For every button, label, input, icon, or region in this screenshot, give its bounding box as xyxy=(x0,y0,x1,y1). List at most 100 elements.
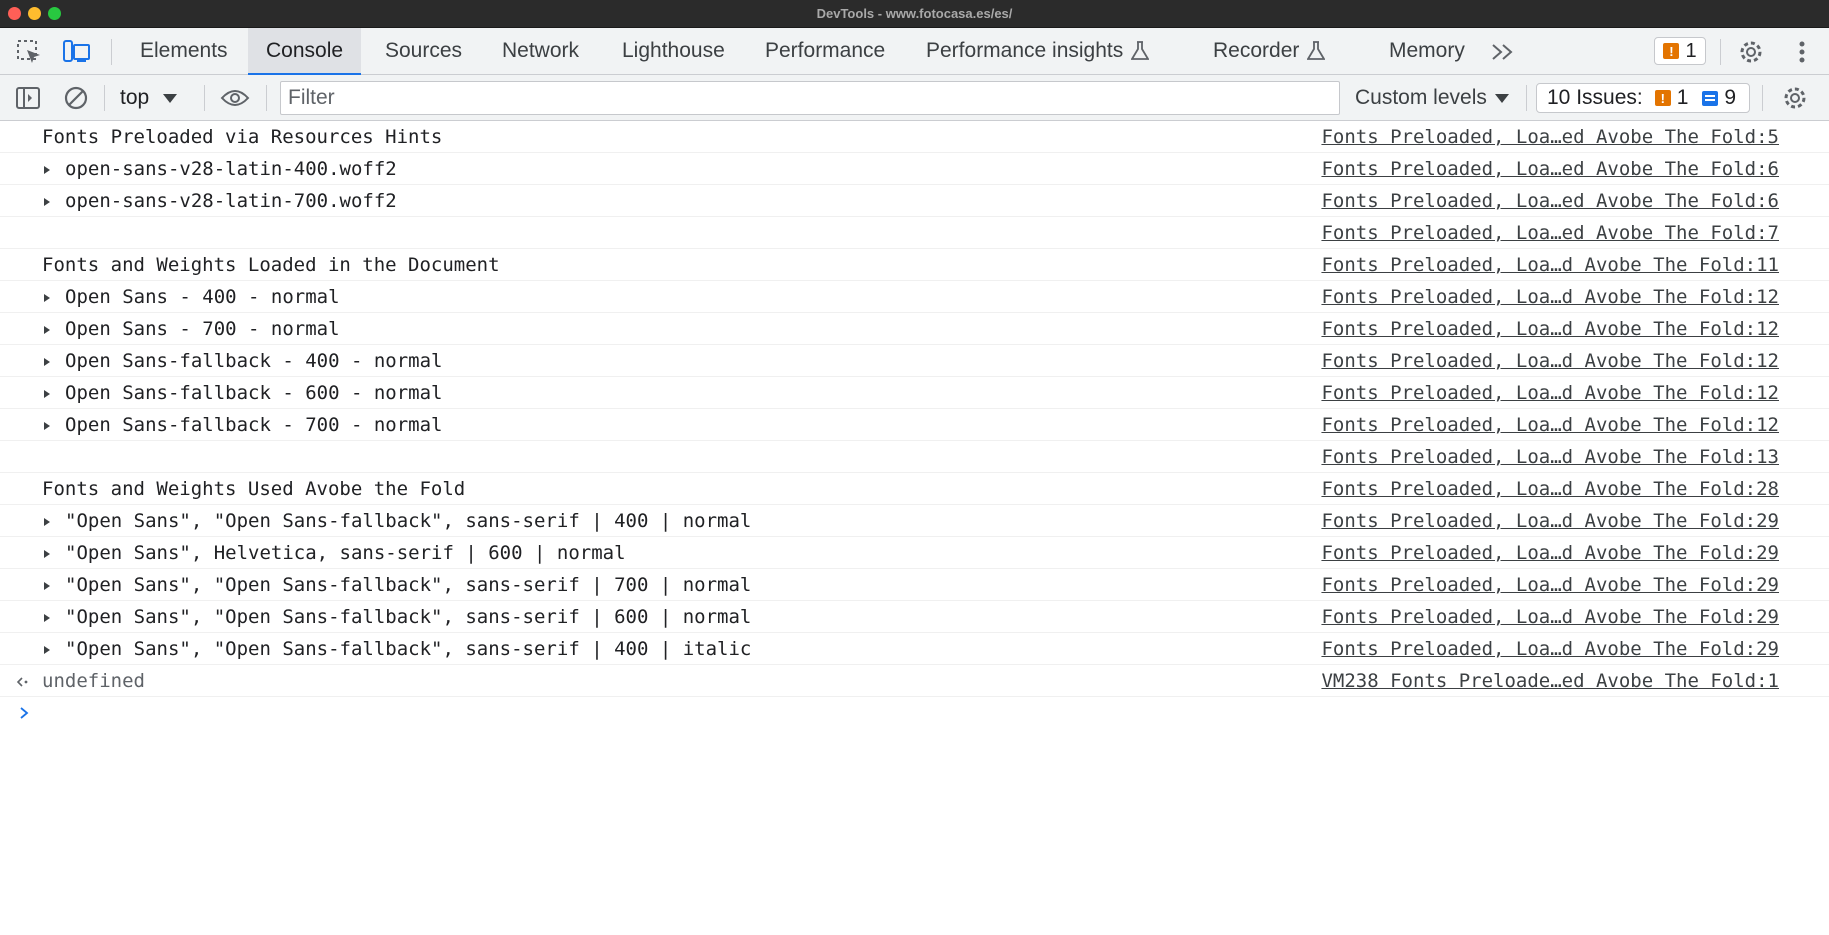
context-selector[interactable]: top xyxy=(120,83,178,113)
warning-count: 1 xyxy=(1685,39,1697,62)
tab-console[interactable]: Console xyxy=(248,28,362,75)
source-link[interactable]: VM238 Fonts Preloade…ed Avobe The Fold:1 xyxy=(1321,670,1779,692)
expand-arrow-icon[interactable] xyxy=(44,166,50,174)
dropdown-caret-icon xyxy=(163,93,178,103)
source-link[interactable]: Fonts Preloaded, Loa…ed Avobe The Fold:7 xyxy=(1321,222,1779,244)
expand-arrow-icon[interactable] xyxy=(44,550,50,558)
filter-input[interactable] xyxy=(280,81,1340,115)
console-message[interactable]: open-sans-v28-latin-400.woff2 Fonts Prel… xyxy=(0,153,1829,185)
tab-lighthouse[interactable]: Lighthouse xyxy=(604,28,743,74)
console-message: Fonts Preloaded, Loa…d Avobe The Fold:13 xyxy=(0,441,1829,473)
separator xyxy=(1762,85,1763,111)
message-text: Fonts and Weights Loaded in the Document xyxy=(42,254,500,276)
live-expression-eye-icon[interactable] xyxy=(220,83,250,113)
console-message: Fonts and Weights Used Avobe the Fold Fo… xyxy=(0,473,1829,505)
console-message[interactable]: "Open Sans", Helvetica, sans-serif | 600… xyxy=(0,537,1829,569)
source-link[interactable]: Fonts Preloaded, Loa…ed Avobe The Fold:6 xyxy=(1321,190,1779,212)
tab-recorder[interactable]: Recorder xyxy=(1195,28,1343,74)
tab-label: Performance xyxy=(765,39,886,62)
source-link[interactable]: Fonts Preloaded, Loa…d Avobe The Fold:11 xyxy=(1321,254,1779,276)
message-text: Fonts Preloaded via Resources Hints xyxy=(42,126,443,148)
source-link[interactable]: Fonts Preloaded, Loa…d Avobe The Fold:29 xyxy=(1321,574,1779,596)
source-link[interactable]: Fonts Preloaded, Loa…ed Avobe The Fold:6 xyxy=(1321,158,1779,180)
message-text: Open Sans-fallback - 600 - normal xyxy=(65,382,443,404)
console-settings-icon[interactable] xyxy=(1780,83,1810,113)
source-link[interactable]: Fonts Preloaded, Loa…d Avobe The Fold:28 xyxy=(1321,478,1779,500)
warnings-badge[interactable]: ! 1 xyxy=(1654,37,1706,65)
tab-label: Console xyxy=(266,39,344,62)
console-message[interactable]: open-sans-v28-latin-700.woff2 Fonts Prel… xyxy=(0,185,1829,217)
console-message[interactable]: "Open Sans", "Open Sans-fallback", sans-… xyxy=(0,633,1829,665)
issues-label: 10 Issues: xyxy=(1547,86,1643,109)
message-icon xyxy=(1702,90,1719,106)
console-message[interactable]: "Open Sans", "Open Sans-fallback", sans-… xyxy=(0,505,1829,537)
warning-icon: ! xyxy=(1654,90,1671,106)
tab-label: Lighthouse xyxy=(622,39,725,62)
source-link[interactable]: Fonts Preloaded, Loa…d Avobe The Fold:12 xyxy=(1321,350,1779,372)
separator xyxy=(204,85,205,111)
expand-arrow-icon[interactable] xyxy=(44,390,50,398)
issues-button[interactable]: 10 Issues: ! 1 9 xyxy=(1536,83,1750,113)
window-titlebar: DevTools - www.fotocasa.es/es/ xyxy=(0,0,1829,28)
source-link[interactable]: Fonts Preloaded, Loa…d Avobe The Fold:29 xyxy=(1321,542,1779,564)
source-link[interactable]: Fonts Preloaded, Loa…d Avobe The Fold:12 xyxy=(1321,382,1779,404)
separator xyxy=(1526,85,1527,111)
expand-arrow-icon[interactable] xyxy=(44,422,50,430)
tab-elements[interactable]: Elements xyxy=(122,28,246,74)
message-text: "Open Sans", "Open Sans-fallback", sans-… xyxy=(65,638,752,660)
source-link[interactable]: Fonts Preloaded, Loa…d Avobe The Fold:29 xyxy=(1321,510,1779,532)
separator xyxy=(104,85,105,111)
separator xyxy=(266,85,267,111)
expand-arrow-icon[interactable] xyxy=(44,198,50,206)
console-message[interactable]: Open Sans-fallback - 600 - normal Fonts … xyxy=(0,377,1829,409)
expand-arrow-icon[interactable] xyxy=(44,294,50,302)
window-title: DevTools - www.fotocasa.es/es/ xyxy=(816,6,1013,21)
tab-network[interactable]: Network xyxy=(484,28,597,74)
inspect-element-icon[interactable] xyxy=(14,37,44,67)
expand-arrow-icon[interactable] xyxy=(44,518,50,526)
flask-icon xyxy=(1131,41,1150,61)
message-text: Open Sans-fallback - 700 - normal xyxy=(65,414,443,436)
source-link[interactable]: Fonts Preloaded, Loa…d Avobe The Fold:29 xyxy=(1321,638,1779,660)
device-toolbar-icon[interactable] xyxy=(62,37,92,67)
console-prompt[interactable] xyxy=(0,697,1829,729)
tab-sources[interactable]: Sources xyxy=(367,28,480,74)
result-text: undefined xyxy=(42,670,145,692)
tab-label: Elements xyxy=(140,39,228,62)
source-link[interactable]: Fonts Preloaded, Loa…d Avobe The Fold:13 xyxy=(1321,446,1779,468)
message-text: "Open Sans", "Open Sans-fallback", sans-… xyxy=(65,510,752,532)
console-message[interactable]: "Open Sans", "Open Sans-fallback", sans-… xyxy=(0,601,1829,633)
tab-label: Recorder xyxy=(1213,39,1300,62)
tab-performance[interactable]: Performance xyxy=(747,28,903,74)
console-message: Fonts and Weights Loaded in the Document… xyxy=(0,249,1829,281)
dropdown-caret-icon xyxy=(1494,93,1509,103)
console-message[interactable]: Open Sans-fallback - 400 - normal Fonts … xyxy=(0,345,1829,377)
message-text: "Open Sans", "Open Sans-fallback", sans-… xyxy=(65,606,752,628)
tab-memory[interactable]: Memory xyxy=(1371,28,1483,74)
source-link[interactable]: Fonts Preloaded, Loa…d Avobe The Fold:12 xyxy=(1321,414,1779,436)
kebab-menu-icon[interactable] xyxy=(1787,37,1817,67)
console-message: Fonts Preloaded, Loa…ed Avobe The Fold:7 xyxy=(0,217,1829,249)
console-message[interactable]: Open Sans-fallback - 700 - normal Fonts … xyxy=(0,409,1829,441)
expand-arrow-icon[interactable] xyxy=(44,326,50,334)
more-tabs-icon[interactable] xyxy=(1488,37,1518,67)
tab-performance-insights[interactable]: Performance insights xyxy=(908,28,1167,74)
console-message[interactable]: "Open Sans", "Open Sans-fallback", sans-… xyxy=(0,569,1829,601)
expand-arrow-icon[interactable] xyxy=(44,358,50,366)
expand-arrow-icon[interactable] xyxy=(44,646,50,654)
log-levels-dropdown[interactable]: Custom levels xyxy=(1355,83,1509,113)
source-link[interactable]: Fonts Preloaded, Loa…ed Avobe The Fold:5 xyxy=(1321,126,1779,148)
console-message[interactable]: Open Sans - 700 - normal Fonts Preloaded… xyxy=(0,313,1829,345)
context-value: top xyxy=(120,86,150,109)
clear-console-icon[interactable] xyxy=(61,83,91,113)
sidebar-toggle-icon[interactable] xyxy=(13,83,43,113)
expand-arrow-icon[interactable] xyxy=(44,582,50,590)
source-link[interactable]: Fonts Preloaded, Loa…d Avobe The Fold:12 xyxy=(1321,286,1779,308)
source-link[interactable]: Fonts Preloaded, Loa…d Avobe The Fold:12 xyxy=(1321,318,1779,340)
log-levels-label: Custom levels xyxy=(1355,86,1487,109)
source-link[interactable]: Fonts Preloaded, Loa…d Avobe The Fold:29 xyxy=(1321,606,1779,628)
expand-arrow-icon[interactable] xyxy=(44,614,50,622)
console-result: undefined VM238 Fonts Preloade…ed Avobe … xyxy=(0,665,1829,697)
settings-icon[interactable] xyxy=(1736,37,1766,67)
console-message[interactable]: Open Sans - 400 - normal Fonts Preloaded… xyxy=(0,281,1829,313)
